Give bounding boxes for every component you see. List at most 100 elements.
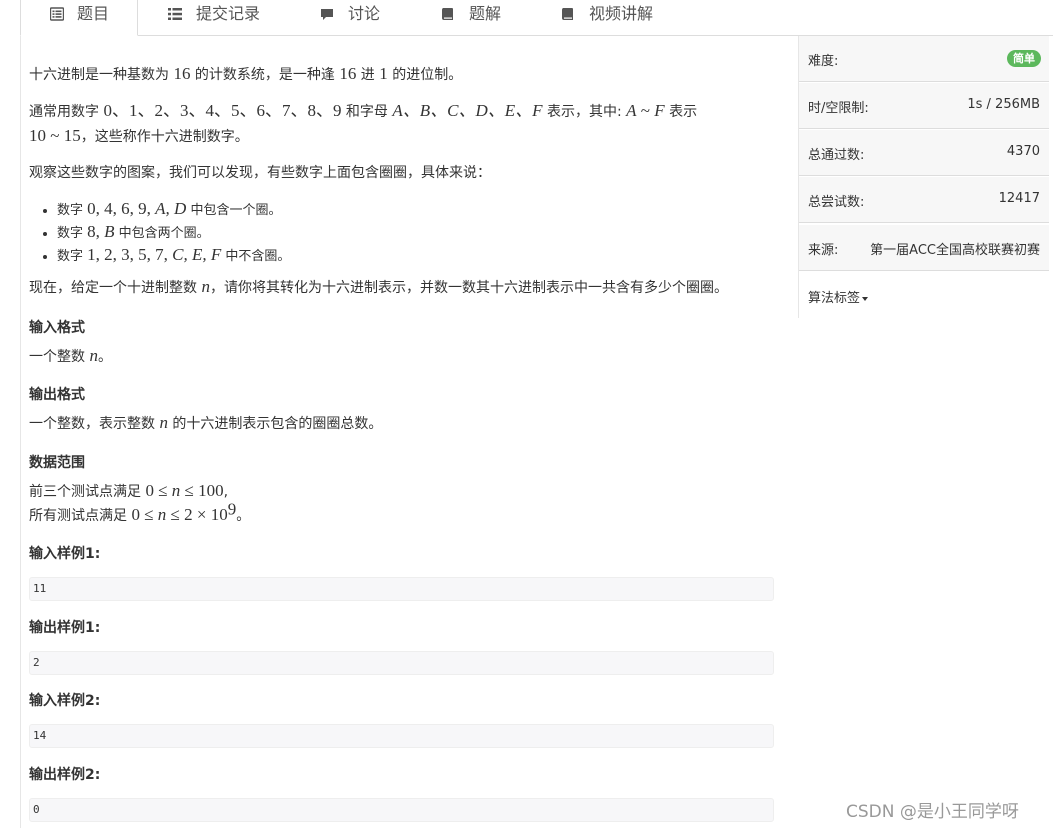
accepted-value: 4370 <box>1006 144 1040 159</box>
math-letters: A、B、C、D、E、F <box>392 101 543 120</box>
math-f: F <box>654 101 665 120</box>
bullet-pre: 数字 <box>57 203 88 218</box>
bullet-digits: 0, 4, 6, 9, <box>87 199 156 218</box>
math-a: A <box>626 101 637 120</box>
output-format-heading: 输出格式 <box>29 387 85 403</box>
book-icon <box>561 8 573 20</box>
intro2-text-c: 表示，其中: <box>542 104 627 120</box>
data-range-line-2: 所有测试点满足 0 ≤ n ≤ 2 × 109。 <box>29 500 251 528</box>
attempts-row: 总尝试数: 12417 <box>799 177 1049 223</box>
limit-label: 时/空限制: <box>808 101 869 116</box>
math-16: 16 <box>339 64 357 83</box>
caret-down-icon <box>862 296 869 301</box>
output-text-b: 的十六进制表示包含的圈圈总数。 <box>167 416 383 432</box>
tab-submissions[interactable]: 提交记录 <box>168 0 278 35</box>
book-icon <box>441 8 453 20</box>
sample-input-2-box[interactable]: 14 <box>29 724 774 748</box>
tab-solutions-label: 题解 <box>469 4 502 23</box>
limit-row: 时/空限制: 1s / 256MB <box>799 83 1049 129</box>
bullet-pre: 数字 <box>57 249 88 264</box>
math-range-10-15: 10 ~ 15 <box>29 126 81 145</box>
bullet-letters: C, E, F <box>172 245 222 264</box>
bullet-letters: A, D <box>155 199 187 218</box>
accepted-label: 总通过数: <box>808 148 865 163</box>
math-range-rhs: ≤ 2 × 10 <box>166 505 228 524</box>
input-text-b: 。 <box>97 349 112 365</box>
math-range-rhs: ≤ 100 <box>180 481 224 500</box>
tab-problem[interactable]: 题目 <box>20 0 138 36</box>
list-item: 数字 0, 4, 6, 9, A, D 中包含一个圈。 <box>57 198 290 221</box>
problem-info-panel: 难度: 简单 时/空限制: 1s / 256MB 总通过数: 4370 总尝试数… <box>798 36 1051 318</box>
problem-tabs: 题目 提交记录 讨论 题解 视频讲解 <box>0 0 1053 36</box>
tab-video-label: 视频讲解 <box>589 4 654 23</box>
intro-paragraph-3: 观察这些数字的图案，我们可以发现，有些数字上面包含圈圈，具体来说： <box>29 165 491 181</box>
algorithm-tags-label: 算法标签 <box>808 291 861 306</box>
output-format-text: 一个整数，表示整数 n 的十六进制表示包含的圈圈总数。 <box>29 411 382 436</box>
tab-problem-label: 题目 <box>77 4 110 23</box>
intro-paragraph-1: 十六进制是一种基数为 16 的计数系统，是一种逢 16 进 1 的进位制。 <box>29 62 462 87</box>
difficulty-row: 难度: 简单 <box>799 36 1049 82</box>
task-text-b: ，请你将其转化为十六进制表示，并数一数其十六进制表示中一共含有多少个圈圈。 <box>209 280 728 296</box>
tab-solutions[interactable]: 题解 <box>441 0 521 35</box>
bullet-digits: 1, 2, 3, 5, 7, <box>87 245 173 264</box>
input-format-text: 一个整数 n。 <box>29 344 112 369</box>
intro2-text-e: ，这些称作十六进制数字。 <box>80 129 249 145</box>
tab-submissions-label: 提交记录 <box>196 4 261 23</box>
list-alt-icon <box>50 7 64 21</box>
bullet-post: 中不含圈。 <box>221 249 291 264</box>
difficulty-badge: 简单 <box>1007 50 1041 67</box>
task-paragraph: 现在，给定一个十进制整数 n，请你将其转化为十六进制表示，并数一数其十六进制表示… <box>29 275 728 300</box>
difficulty-label: 难度: <box>808 54 839 69</box>
intro2-text-a: 通常用数字 <box>29 104 104 120</box>
circle-rules-list: 数字 0, 4, 6, 9, A, D 中包含一个圈。 数字 8, B 中包含两… <box>29 198 290 267</box>
content-left-border <box>20 35 21 828</box>
math-n: n <box>89 346 98 365</box>
tab-discussion-label: 讨论 <box>348 4 381 23</box>
intro2-text-d: 表示 <box>664 104 698 120</box>
limit-value: 1s / 256MB <box>967 97 1040 112</box>
watermark: CSDN @是小王同学呀 <box>846 802 1019 822</box>
intro1-text-c: 进 <box>356 67 380 83</box>
source-label: 来源: <box>808 243 839 258</box>
tab-discussion[interactable]: 讨论 <box>320 0 400 35</box>
bullet-post: 中包含两个圈。 <box>114 226 210 241</box>
algorithm-tags-toggle[interactable]: 算法标签 <box>808 287 869 306</box>
attempts-value: 12417 <box>998 191 1040 206</box>
comment-icon <box>321 9 333 20</box>
task-text-a: 现在，给定一个十进制整数 <box>29 280 202 296</box>
sample-input-1-label: 输入样例1: <box>29 546 101 562</box>
intro1-text-a: 十六进制是一种基数为 <box>29 67 174 83</box>
list-item: 数字 1, 2, 3, 5, 7, C, E, F 中不含圈。 <box>57 244 290 267</box>
intro-paragraph-2: 通常用数字 0、1、2、3、4、5、6、7、8、9 和字母 A、B、C、D、E、… <box>29 99 769 149</box>
math-tilde: ~ <box>636 101 655 120</box>
bullet-pre: 数字 <box>57 226 88 241</box>
data-range-heading: 数据范围 <box>29 455 85 471</box>
math-range-lhs: 0 ≤ <box>131 505 158 524</box>
range2-period: 。 <box>236 508 251 524</box>
input-format-heading: 输入格式 <box>29 320 85 336</box>
attempts-label: 总尝试数: <box>808 195 865 210</box>
sample-output-2-label: 输出样例2: <box>29 767 101 783</box>
tab-video[interactable]: 视频讲解 <box>561 0 671 35</box>
sample-output-2-box[interactable]: 0 <box>29 798 774 822</box>
source-value[interactable]: 第一届ACC全国高校联赛初赛 <box>870 239 1040 258</box>
math-exponent: 9 <box>227 499 237 519</box>
range1-text: 前三个测试点满足 <box>29 484 146 500</box>
math-n: n <box>201 277 210 296</box>
input-text-a: 一个整数 <box>29 349 90 365</box>
math-range-lhs: 0 ≤ <box>145 481 172 500</box>
math-1: 1 <box>379 64 388 83</box>
intro2-text-b: 和字母 <box>341 104 393 120</box>
source-row: 来源: 第一届ACC全国高校联赛初赛 <box>799 225 1049 271</box>
output-text-a: 一个整数，表示整数 <box>29 416 160 432</box>
sample-input-1-box[interactable]: 11 <box>29 577 774 601</box>
bullet-post: 中包含一个圈。 <box>186 203 282 218</box>
sample-input-2-label: 输入样例2: <box>29 693 101 709</box>
range2-text: 所有测试点满足 <box>29 508 132 524</box>
bullet-letters: B <box>104 222 115 241</box>
sample-output-1-label: 输出样例1: <box>29 620 101 636</box>
math-n: n <box>159 413 168 432</box>
bullet-digits: 8, <box>87 222 105 241</box>
math-16: 16 <box>173 64 191 83</box>
sample-output-1-box[interactable]: 2 <box>29 651 774 675</box>
